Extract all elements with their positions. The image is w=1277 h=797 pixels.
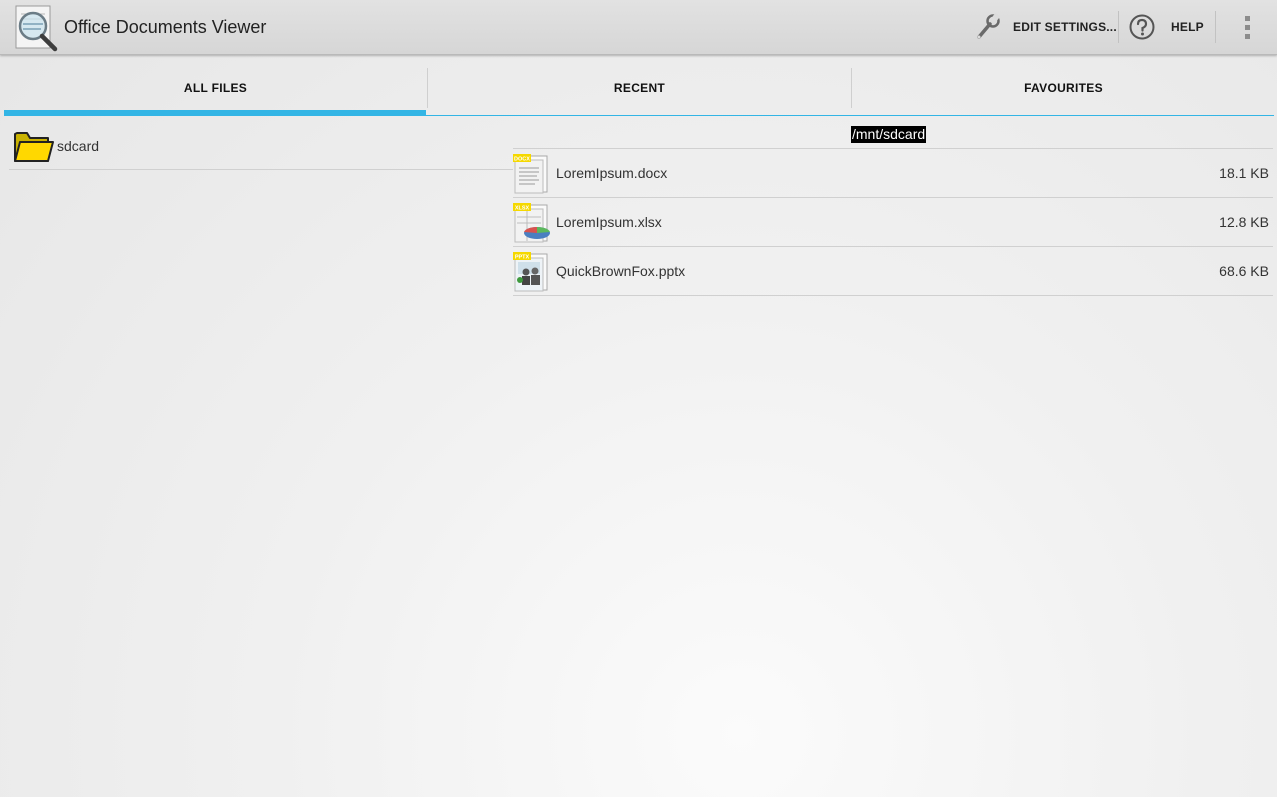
file-size: 12.8 KB xyxy=(1219,214,1269,230)
file-row-xlsx[interactable]: XLSX LoremIpsum.xlsx 12.8 KB xyxy=(513,198,1273,247)
tab-underline xyxy=(4,115,1274,116)
file-badge: DOCX xyxy=(514,157,530,163)
tab-selected-indicator xyxy=(4,110,426,115)
folder-icon xyxy=(14,131,54,162)
edit-settings-button[interactable]: EDIT SETTINGS... xyxy=(975,0,1117,54)
help-label: HELP xyxy=(1171,20,1204,34)
file-badge: PPTX xyxy=(515,255,530,261)
folder-item-sdcard[interactable]: sdcard xyxy=(9,122,513,170)
file-badge: XLSX xyxy=(515,206,530,212)
tab-label: ALL FILES xyxy=(183,81,248,95)
file-name: LoremIpsum.xlsx xyxy=(556,214,662,230)
file-name: LoremIpsum.docx xyxy=(556,165,668,181)
folder-label: sdcard xyxy=(57,137,100,154)
xlsx-file-icon: XLSX xyxy=(513,203,550,243)
pptx-file-icon: PPTX xyxy=(513,252,548,292)
tab-label: RECENT xyxy=(613,81,666,95)
tab-bar: ALL FILES RECENT FAVOURITES xyxy=(4,68,1274,116)
wrench-icon xyxy=(977,13,1001,39)
app-logo-icon[interactable] xyxy=(13,4,61,52)
docx-file-icon: DOCX xyxy=(513,154,548,194)
file-size: 18.1 KB xyxy=(1219,165,1269,181)
tab-label: FAVOURITES xyxy=(1024,81,1103,95)
edit-settings-label: EDIT SETTINGS... xyxy=(1013,20,1117,34)
file-size: 68.6 KB xyxy=(1219,263,1269,279)
file-row-pptx[interactable]: PPTX QuickBrownFox.pptx 68.6 KB xyxy=(513,247,1273,296)
action-divider xyxy=(1215,11,1216,43)
tab-favourites[interactable]: FAVOURITES xyxy=(852,68,1275,116)
current-path: /mnt/sdcard xyxy=(851,126,927,143)
app-title: Office Documents Viewer xyxy=(64,17,267,37)
file-list: DOCX LoremIpsum.docx 18.1 KB XLSX LoremI… xyxy=(513,148,1273,296)
help-button[interactable]: HELP xyxy=(1128,0,1204,54)
action-divider xyxy=(1118,11,1119,43)
tab-all-files[interactable]: ALL FILES xyxy=(4,68,427,116)
tab-recent[interactable]: RECENT xyxy=(428,68,851,116)
file-row-docx[interactable]: DOCX LoremIpsum.docx 18.1 KB xyxy=(513,149,1273,198)
action-bar: Office Documents Viewer EDIT SETTINGS...… xyxy=(0,0,1277,55)
file-name: QuickBrownFox.pptx xyxy=(556,263,686,279)
help-icon xyxy=(1129,14,1155,40)
overflow-menu-icon[interactable] xyxy=(1236,12,1258,42)
